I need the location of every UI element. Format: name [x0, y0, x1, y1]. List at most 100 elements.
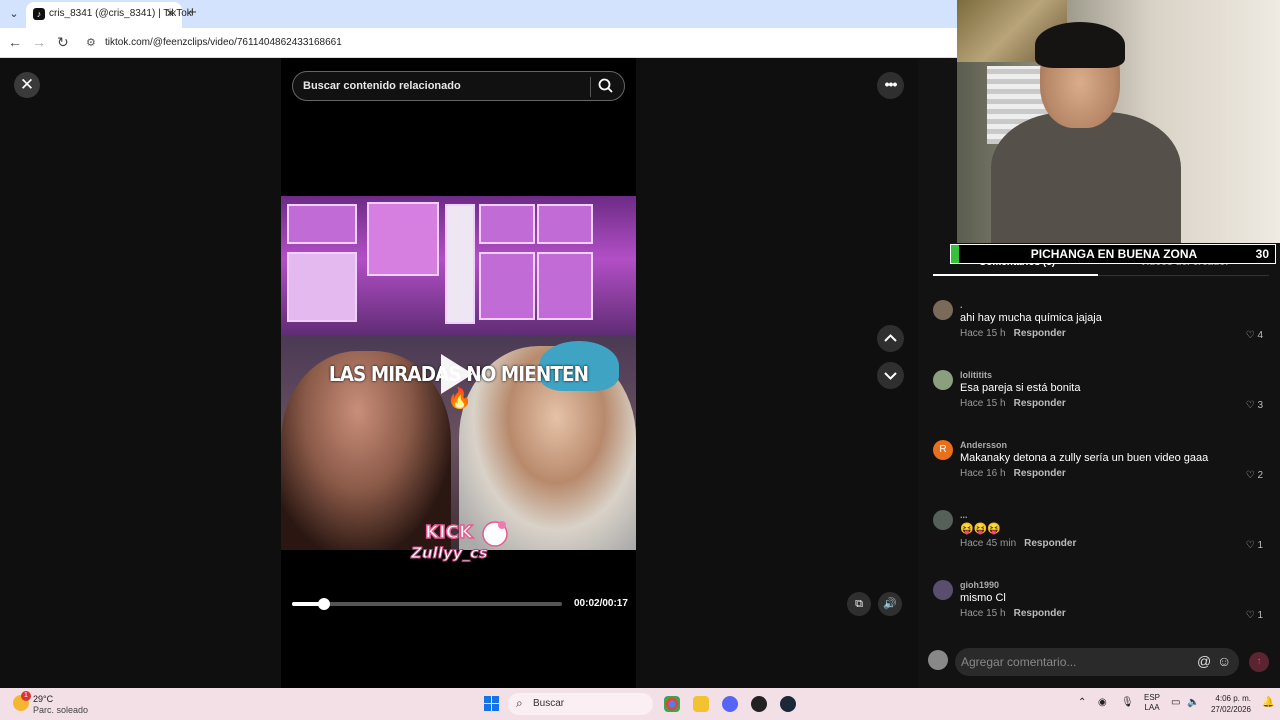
tray-network-app-icon[interactable]: ◉: [1098, 697, 1107, 708]
tray-chevron-up-icon[interactable]: ⌃: [1078, 697, 1086, 708]
comment-text: Esa pareja si está bonita: [960, 382, 1081, 394]
chrome-app-icon[interactable]: [664, 696, 680, 712]
reply-button[interactable]: Responder: [1014, 328, 1066, 339]
weather-temperature[interactable]: 29°C: [33, 694, 53, 704]
url-text[interactable]: tiktok.com/@feenzclips/video/76114048624…: [105, 37, 342, 48]
discord-icon[interactable]: [722, 696, 738, 712]
video-time: 00:02/00:17: [574, 598, 628, 609]
comment-avatar[interactable]: [933, 580, 953, 600]
video-progress-bar[interactable]: [292, 598, 562, 610]
webcam-overlay: [957, 0, 1280, 243]
video-background-shelves: [281, 196, 636, 336]
taskbar-search[interactable]: ⌕ Buscar: [508, 693, 653, 715]
comment-username[interactable]: .: [960, 300, 963, 310]
related-search-input[interactable]: Buscar contenido relacionado: [292, 71, 625, 101]
windows-taskbar: 1 29°C Parc. soleado ⌕ Buscar ⌃ ◉ 🎙 ESP …: [0, 688, 1280, 720]
reply-button[interactable]: Responder: [1014, 468, 1066, 479]
comment-meta: Hace 45 min Responder: [960, 538, 1084, 549]
system-clock[interactable]: 4:06 p. m. 27/02/2026: [1205, 693, 1251, 715]
tab-close-icon[interactable]: ✕: [166, 7, 175, 20]
stream-goal-bar: PICHANGA EN BUENA ZONA 30: [950, 244, 1276, 264]
obs-icon[interactable]: [751, 696, 767, 712]
chevron-down-icon: [884, 372, 897, 380]
kick-watermark-logo: KICK Zullyy_cs: [405, 516, 515, 564]
comment-meta: Hace 15 h Responder: [960, 328, 1074, 339]
comment-avatar[interactable]: R: [933, 440, 953, 460]
comment-like[interactable]: ♡ 3: [1246, 400, 1263, 411]
comment-meta: Hace 15 h Responder: [960, 608, 1074, 619]
wifi-icon[interactable]: ▭: [1171, 697, 1180, 708]
comment-item: R Andersson Makanaky detona a zully sería …: [933, 440, 1269, 502]
comment-username[interactable]: lolititits: [960, 370, 992, 380]
lang-top: ESP: [1144, 693, 1161, 702]
comment-text: Makanaky detona a zully sería un buen vi…: [960, 452, 1209, 464]
comment-like[interactable]: ♡ 2: [1246, 470, 1263, 481]
comment-item: . ahi hay mucha química jajaja Hace 15 h Re…: [933, 300, 1269, 362]
comment-username[interactable]: gioh1990: [960, 580, 999, 590]
comment-age: Hace 45 min: [960, 538, 1017, 549]
heart-icon: ♡: [1245, 330, 1258, 341]
close-icon[interactable]: ✕: [14, 72, 40, 98]
new-tab-icon[interactable]: +: [188, 4, 197, 21]
webcam-person-body: [991, 112, 1181, 243]
comment-item: lolititits Esa pareja si está bonita Hace …: [933, 370, 1269, 432]
reload-icon[interactable]: ↻: [57, 34, 69, 51]
mention-icon[interactable]: @: [1197, 653, 1211, 669]
clock-time: 4:06 p. m.: [1215, 694, 1251, 703]
comment-username[interactable]: ...: [960, 510, 968, 520]
lang-bottom: LAA: [1144, 703, 1160, 712]
back-arrow-icon[interactable]: ←: [8, 34, 22, 50]
like-count: 1: [1257, 610, 1263, 621]
emoji-icon[interactable]: ☺: [1217, 653, 1231, 669]
picture-in-picture-icon[interactable]: ⧉: [847, 592, 871, 616]
video-frame[interactable]: LAS MIRADAS NO MIENTEN 🔥: [281, 196, 636, 550]
search-icon[interactable]: [596, 76, 616, 101]
browser-tab[interactable]: ♪ cris_8341 (@cris_8341) | TikTok ✕: [26, 2, 192, 28]
like-count: 4: [1257, 330, 1263, 341]
weather-condition[interactable]: Parc. soleado: [33, 705, 88, 715]
active-tab-underline: [933, 274, 1098, 276]
comment-like[interactable]: ♡ 4: [1246, 330, 1263, 341]
comment-placeholder: Agregar comentario...: [961, 655, 1077, 669]
comment-like[interactable]: ♡ 1: [1246, 610, 1263, 621]
forward-arrow-icon[interactable]: →: [32, 34, 46, 50]
comment-avatar[interactable]: [933, 370, 953, 390]
like-count: 2: [1257, 470, 1263, 481]
input-language[interactable]: ESP LAA: [1144, 693, 1160, 713]
comment-username[interactable]: Andersson: [960, 440, 1007, 450]
tab-search-chevron-icon[interactable]: ⌄: [4, 4, 24, 24]
comment-item: ... 😝😝😝 Hace 45 min Responder ♡ 1: [933, 510, 1269, 572]
comment-like[interactable]: ♡ 1: [1246, 540, 1263, 551]
heart-icon: ♡: [1245, 610, 1258, 621]
next-video-button[interactable]: [877, 362, 904, 389]
comment-avatar[interactable]: [933, 300, 953, 320]
steam-icon[interactable]: [780, 696, 796, 712]
speaker-icon[interactable]: 🔈: [1187, 697, 1199, 708]
comment-age: Hace 16 h: [960, 468, 1006, 479]
svg-text:Zullyy_cs: Zullyy_cs: [410, 544, 488, 562]
url-field[interactable]: ⚙ tiktok.com/@feenzclips/video/761140486…: [80, 32, 950, 54]
comment-text: mismo Cl: [960, 592, 1006, 604]
volume-icon[interactable]: 🔊: [878, 592, 902, 616]
search-placeholder: Buscar contenido relacionado: [303, 80, 461, 92]
comment-avatar[interactable]: [933, 510, 953, 530]
microphone-icon[interactable]: 🎙: [1121, 697, 1134, 708]
windows-start-icon[interactable]: [484, 696, 500, 712]
reply-button[interactable]: Responder: [1024, 538, 1076, 549]
more-options-icon[interactable]: •••: [877, 72, 904, 99]
reply-button[interactable]: Responder: [1014, 398, 1066, 409]
comment-input[interactable]: Agregar comentario... @ ☺: [955, 648, 1239, 676]
previous-video-button[interactable]: [877, 325, 904, 352]
heart-icon: ♡: [1245, 470, 1258, 481]
current-user-avatar: [928, 650, 948, 670]
reply-button[interactable]: Responder: [1014, 608, 1066, 619]
site-info-icon[interactable]: ⚙: [86, 36, 96, 49]
notifications-bell-icon[interactable]: 🔔: [1262, 697, 1274, 708]
comment-text: 😝😝😝: [960, 523, 1002, 535]
progress-scrubber-handle[interactable]: [317, 598, 330, 610]
chevron-up-icon: [884, 334, 897, 342]
file-explorer-icon[interactable]: [693, 696, 709, 712]
clock-date: 27/02/2026: [1210, 705, 1251, 714]
send-comment-icon[interactable]: ↑: [1249, 652, 1269, 672]
play-icon[interactable]: [441, 354, 473, 394]
